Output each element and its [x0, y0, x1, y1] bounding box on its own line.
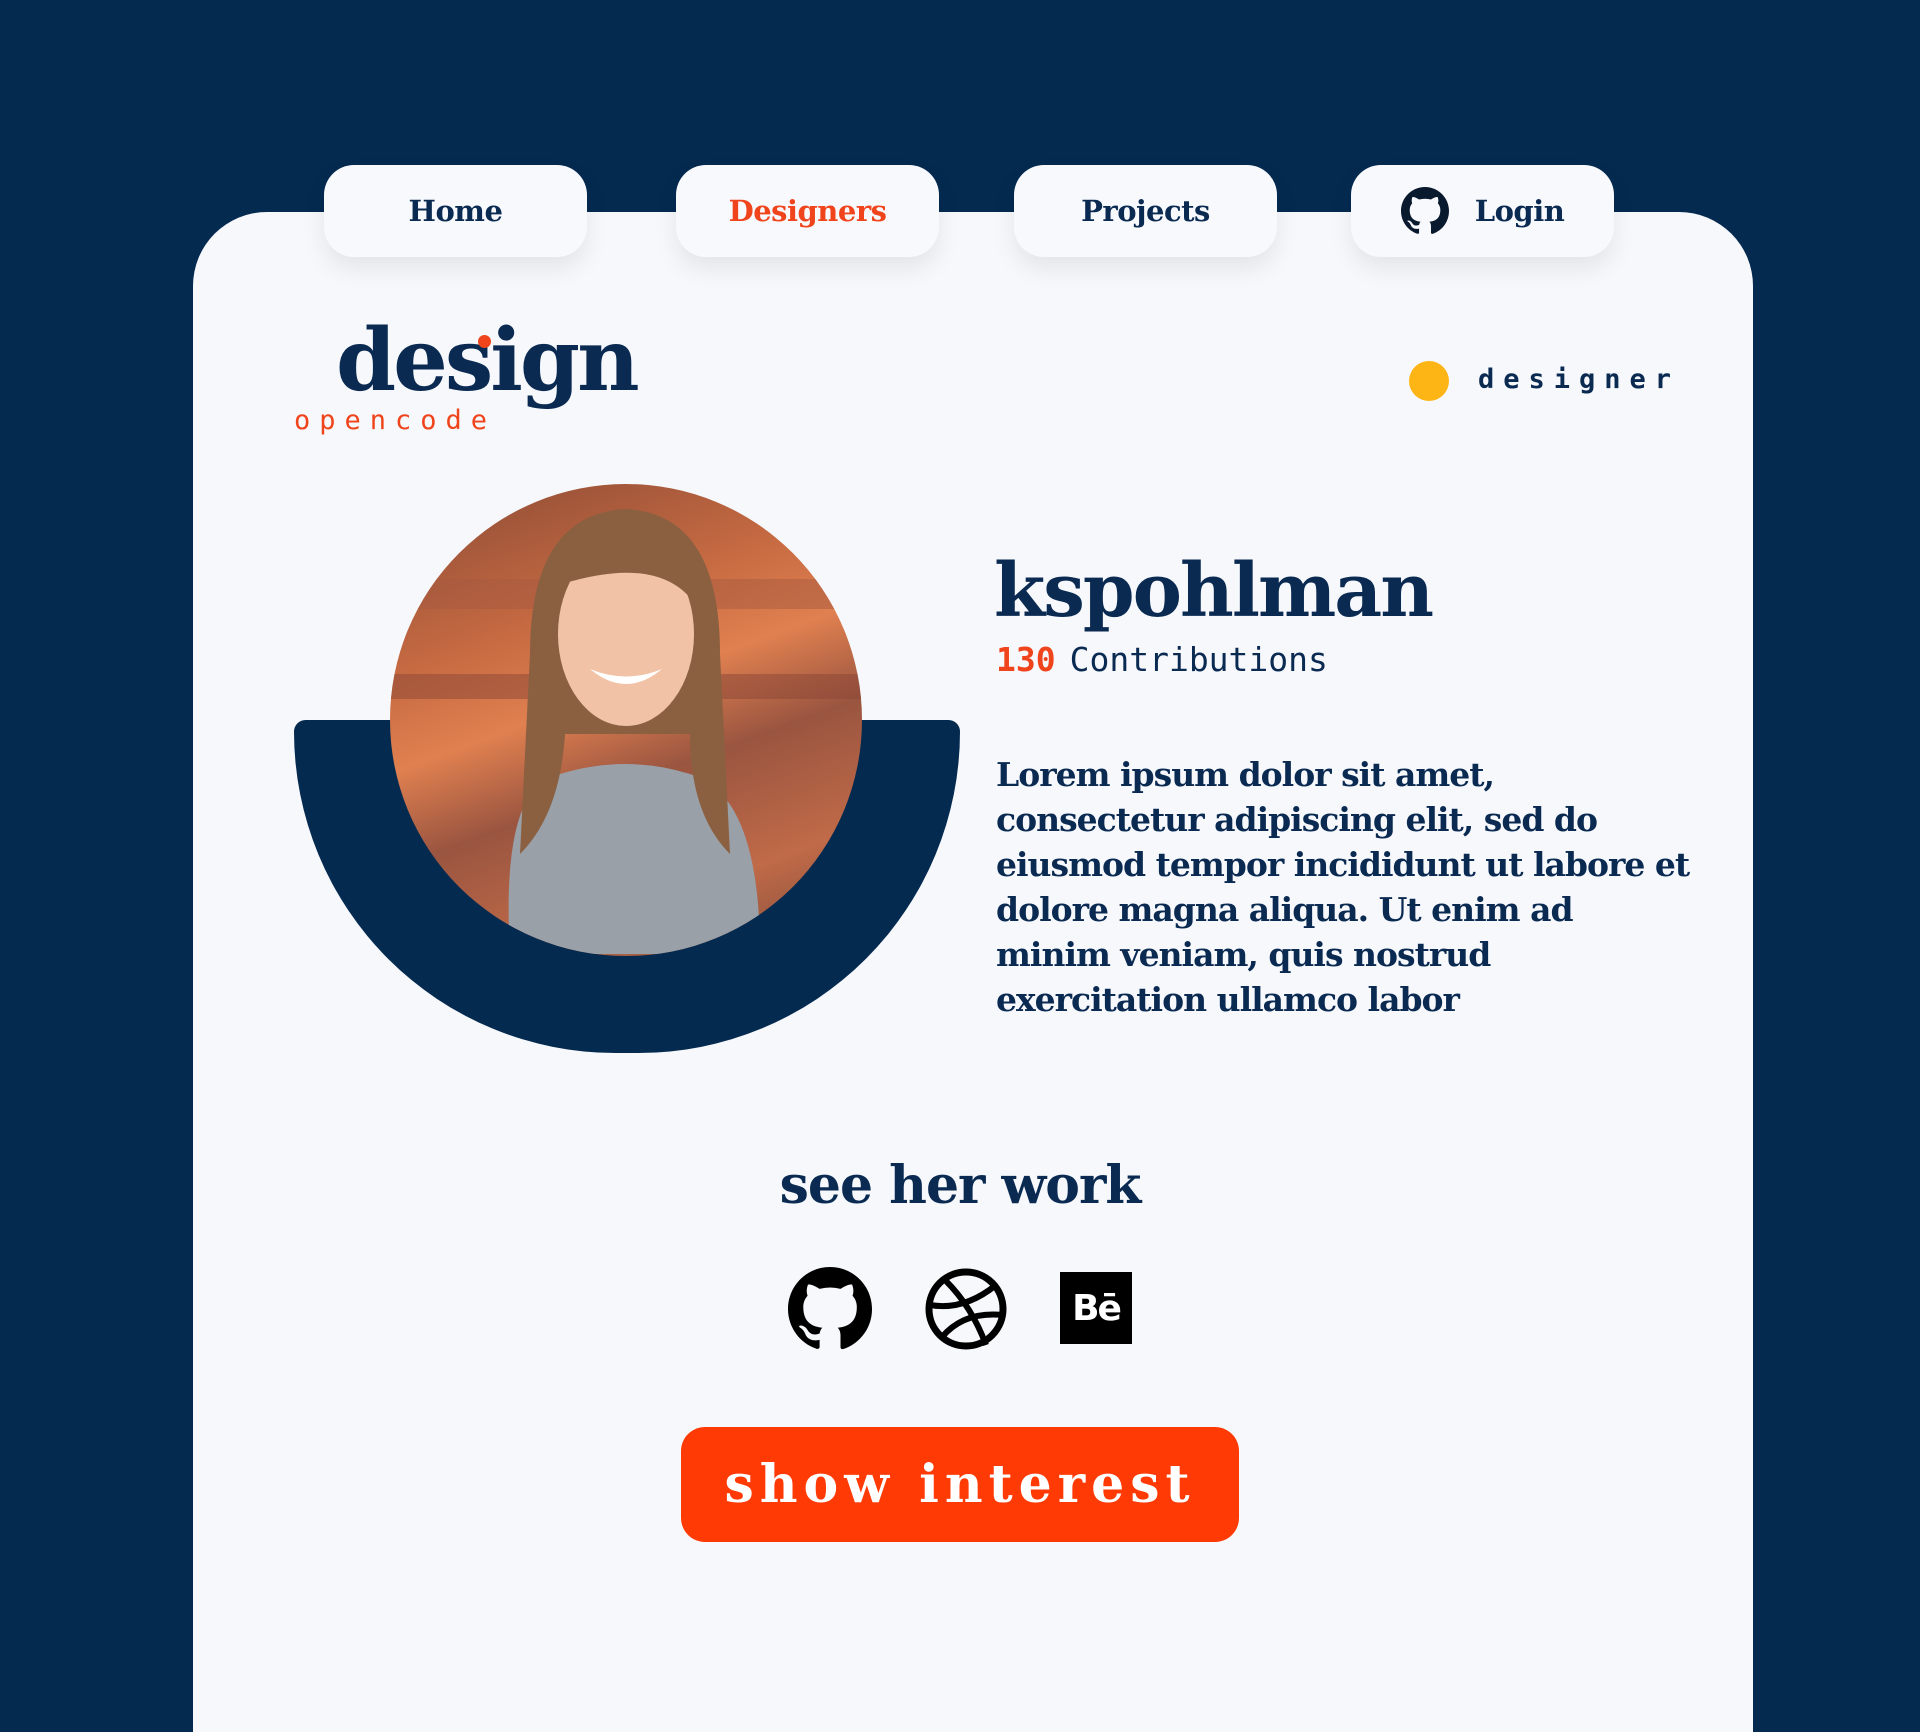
show-interest-button[interactable]: show interest	[681, 1427, 1239, 1542]
tab-projects-label: Projects	[1081, 194, 1210, 228]
contributions: 130 Contributions	[996, 640, 1328, 679]
tab-login[interactable]: Login	[1351, 165, 1614, 257]
tab-designers[interactable]: Designers	[676, 165, 939, 257]
work-heading: see her work	[779, 1155, 1142, 1216]
dribbble-icon[interactable]	[924, 1267, 1008, 1351]
contributions-label: Contributions	[1069, 640, 1328, 679]
behance-icon[interactable]: Bē	[1060, 1272, 1132, 1344]
bio: Lorem ipsum dolor sit amet, consectetur …	[996, 755, 1690, 1019]
logo[interactable]: design	[336, 318, 640, 404]
logo-subtitle: opencode	[294, 405, 497, 436]
tab-home[interactable]: Home	[324, 165, 587, 257]
role-indicator-dot	[1409, 361, 1449, 401]
contributions-count: 130	[996, 640, 1056, 679]
logo-dot	[478, 335, 491, 348]
role-label: designer	[1478, 364, 1681, 395]
avatar	[390, 484, 862, 956]
tab-login-label: Login	[1474, 194, 1565, 228]
github-icon[interactable]	[788, 1267, 872, 1351]
github-icon	[1400, 187, 1449, 234]
tab-home-label: Home	[408, 194, 503, 228]
username: kspohlman	[994, 548, 1434, 634]
tab-designers-label: Designers	[728, 194, 887, 228]
tab-projects[interactable]: Projects	[1014, 165, 1277, 257]
